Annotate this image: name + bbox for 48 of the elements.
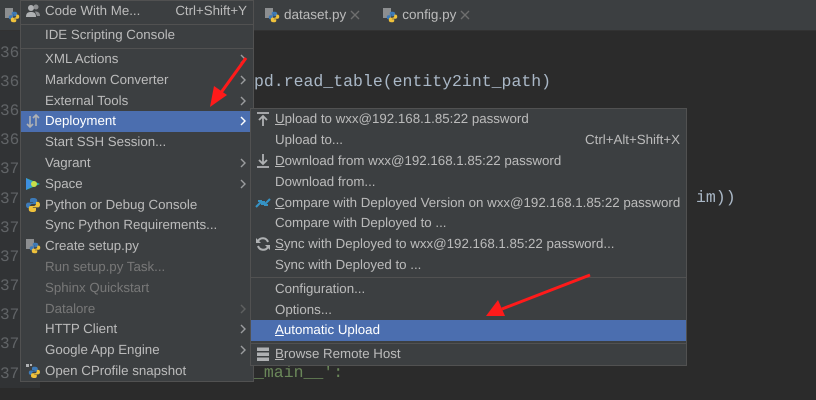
python-logo-icon	[24, 196, 42, 213]
code-line: pd.read_table(entity2int_path)	[254, 74, 552, 90]
close-icon	[460, 10, 470, 20]
python-profile-icon	[24, 362, 42, 379]
menu-item[interactable]: HTTP Client	[21, 318, 253, 340]
menu-item[interactable]: Deployment	[21, 110, 253, 132]
menu-item[interactable]: Start SSH Session...	[21, 132, 253, 153]
menu-item[interactable]: Sync Python Requirements...	[21, 214, 253, 236]
menu-item[interactable]: Automatic Upload	[251, 320, 686, 341]
menu-item[interactable]: Download from...	[251, 171, 686, 192]
menu-item[interactable]: Sync with Deployed to wxx@192.168.1.85:22 password...	[251, 234, 686, 255]
editor-tab[interactable]: config.py	[380, 4, 472, 26]
menu-item[interactable]: Markdown Converter	[21, 69, 253, 90]
menu-item[interactable]: Compare with Deployed Version on wxx@192.168.1.85:22 password	[251, 192, 686, 213]
upload-icon	[254, 111, 272, 128]
editor-tab[interactable]: dataset.py	[262, 4, 362, 26]
people-icon	[24, 3, 42, 20]
menu-item[interactable]: Compare with Deployed to ...	[251, 212, 686, 234]
menu-item[interactable]: Google App Engine	[21, 340, 253, 361]
menu-item[interactable]: Vagrant	[21, 152, 253, 174]
menu-item[interactable]: Options...	[251, 299, 686, 320]
python-file-icon	[382, 7, 398, 23]
download-icon	[254, 152, 272, 169]
code-line: im))	[696, 190, 736, 207]
server-icon	[254, 346, 272, 362]
python-file-icon	[264, 7, 280, 23]
menu-item[interactable]: Create setup.py	[21, 236, 253, 257]
menu-item[interactable]: External Tools	[21, 90, 253, 111]
menu-item[interactable]: Open CProfile snapshot	[21, 360, 253, 382]
menu-item[interactable]: Browse Remote Host	[251, 342, 686, 365]
menu-item[interactable]: IDE Scripting Console	[21, 24, 253, 46]
annotation-arrow	[210, 57, 248, 107]
python-file-icon	[4, 7, 20, 23]
python-file-icon	[24, 238, 42, 254]
menu-item[interactable]: Python or Debug Console	[21, 194, 253, 215]
menu-item[interactable]: Upload to... Ctrl+Alt+Shift+X	[251, 130, 686, 151]
up-down-arrows-icon	[24, 113, 42, 130]
menu-item[interactable]: Upload to wxx@192.168.1.85:22 password	[251, 109, 686, 130]
menu-item[interactable]: Space	[21, 173, 253, 194]
menu-item[interactable]: Code With Me... Ctrl+Shift+Y	[21, 1, 253, 22]
menu-item[interactable]: Configuration...	[251, 277, 686, 300]
menu-item[interactable]: Sync with Deployed to ...	[251, 254, 686, 276]
close-icon	[350, 10, 360, 20]
menu-item[interactable]: XML Actions	[21, 48, 253, 70]
menu-item[interactable]: Download from wxx@192.168.1.85:22 password	[251, 150, 686, 172]
space-logo-icon	[24, 176, 42, 192]
sync-icon	[254, 236, 272, 252]
code-line: _main__':	[254, 365, 344, 382]
